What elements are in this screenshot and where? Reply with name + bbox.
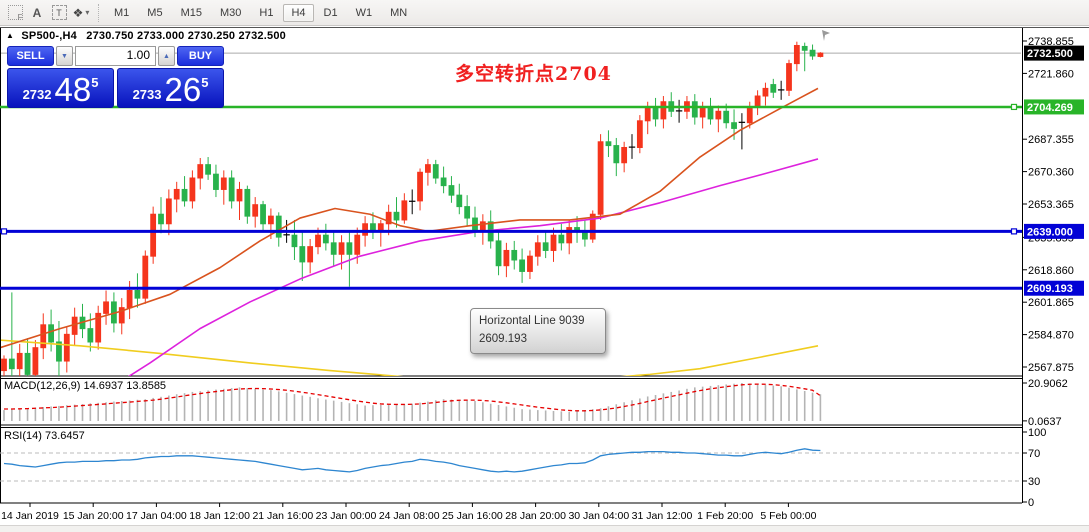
sell-button[interactable]: SELL xyxy=(7,46,54,66)
arrow-objects-icon: ❖ xyxy=(72,5,84,20)
price-axis: 2738.8552721.8602687.3552670.3602653.365… xyxy=(1022,36,1084,509)
macd-indicator-label: MACD(12,26,9) 14.6937 13.8585 xyxy=(4,380,167,392)
svg-text:2653.365: 2653.365 xyxy=(1028,199,1074,211)
spin-down-icon: ▼ xyxy=(61,52,68,60)
svg-text:2670.360: 2670.360 xyxy=(1028,167,1074,179)
font-tool-button[interactable]: A xyxy=(26,3,48,23)
svg-text:2687.355: 2687.355 xyxy=(1028,134,1074,146)
cursor-marker xyxy=(822,30,830,41)
sell-price-sup: 5 xyxy=(91,75,99,90)
forex-grid-tool-button[interactable]: F xyxy=(4,3,26,23)
toolbar: F A T ❖ ▾ M1 M5 M15 M30 H1 H4 D1 W1 MN xyxy=(0,0,1089,26)
svg-text:23 Jan 00:00: 23 Jan 00:00 xyxy=(316,510,377,522)
buy-button[interactable]: BUY xyxy=(177,46,224,66)
svg-text:31 Jan 12:00: 31 Jan 12:00 xyxy=(632,510,693,522)
rsi-layer xyxy=(0,448,1022,482)
sell-price-big: 48 xyxy=(54,71,92,108)
svg-text:2567.875: 2567.875 xyxy=(1028,362,1074,374)
svg-text:30 Jan 04:00: 30 Jan 04:00 xyxy=(568,510,629,522)
timeframe-w1-button[interactable]: W1 xyxy=(348,4,381,22)
one-click-trading-panel: SELL ▼ 1.00 ▲ BUY 2732 48 5 2733 26 5 xyxy=(7,46,224,108)
svg-text:2584.870: 2584.870 xyxy=(1028,330,1074,342)
text-box-icon-letter: T xyxy=(56,7,62,18)
collapse-chart-icon[interactable]: ▲ xyxy=(6,31,14,40)
timeframe-m15-button[interactable]: M15 xyxy=(173,4,210,22)
buy-price-box[interactable]: 2733 26 5 xyxy=(117,68,224,108)
buy-price-small: 2733 xyxy=(132,87,162,102)
svg-text:30: 30 xyxy=(1028,476,1040,488)
svg-text:21 Jan 16:00: 21 Jan 16:00 xyxy=(252,510,313,522)
spin-up-icon: ▲ xyxy=(163,52,170,60)
svg-text:2639.000: 2639.000 xyxy=(1027,226,1073,238)
chart-annotation-text: 多空转折点2704 xyxy=(455,63,612,85)
svg-text:17 Jan 04:00: 17 Jan 04:00 xyxy=(126,510,187,522)
timeframe-m5-button[interactable]: M5 xyxy=(139,4,170,22)
chevron-down-icon: ▾ xyxy=(85,8,90,17)
tooltip-line-name: Horizontal Line 9039 xyxy=(479,315,585,327)
svg-text:1 Feb 20:00: 1 Feb 20:00 xyxy=(697,510,753,522)
timeframe-button-row: M1 M5 M15 M30 H1 H4 D1 W1 MN xyxy=(105,3,416,22)
font-icon: A xyxy=(32,5,42,20)
timeframe-h1-button[interactable]: H1 xyxy=(251,4,281,22)
toolbar-separator xyxy=(98,3,99,22)
svg-text:2704.269: 2704.269 xyxy=(1027,102,1073,114)
tooltip-line-value: 2609.193 xyxy=(479,332,527,345)
sell-price-small: 2732 xyxy=(22,87,52,102)
horizontal-line-tooltip: Horizontal Line 9039 2609.193 xyxy=(470,308,606,354)
svg-text:70: 70 xyxy=(1028,448,1040,460)
svg-text:2601.865: 2601.865 xyxy=(1028,297,1074,309)
timeframe-m1-button[interactable]: M1 xyxy=(106,4,137,22)
svg-text:2732.500: 2732.500 xyxy=(1027,48,1073,60)
svg-text:14 Jan 2019: 14 Jan 2019 xyxy=(1,510,59,522)
svg-text:5 Feb 00:00: 5 Feb 00:00 xyxy=(760,510,816,522)
volume-increase-button[interactable]: ▲ xyxy=(158,46,175,66)
svg-text:2721.860: 2721.860 xyxy=(1028,68,1074,80)
svg-text:15 Jan 20:00: 15 Jan 20:00 xyxy=(63,510,124,522)
svg-text:2609.193: 2609.193 xyxy=(1027,283,1073,295)
chart-title: ▲ SP500-,H4 2730.750 2733.000 2730.250 2… xyxy=(6,30,286,42)
buy-price-big: 26 xyxy=(164,71,202,108)
grid-icon-letter: F xyxy=(17,13,23,22)
volume-decrease-button[interactable]: ▼ xyxy=(56,46,73,66)
svg-text:18 Jan 12:00: 18 Jan 12:00 xyxy=(189,510,250,522)
rsi-indicator-label: RSI(14) 73.6457 xyxy=(4,430,85,442)
timeframe-m30-button[interactable]: M30 xyxy=(212,4,249,22)
svg-text:100: 100 xyxy=(1028,427,1046,439)
grid-icon: F xyxy=(7,5,23,22)
timeframe-mn-button[interactable]: MN xyxy=(382,4,415,22)
chart-ohlc-values: 2730.750 2733.000 2730.250 2732.500 xyxy=(86,30,286,42)
timeframe-h4-button[interactable]: H4 xyxy=(283,3,314,22)
text-label-tool-button[interactable]: T xyxy=(48,3,70,23)
svg-text:2618.860: 2618.860 xyxy=(1028,265,1074,277)
svg-text:28 Jan 20:00: 28 Jan 20:00 xyxy=(505,510,566,522)
svg-text:25 Jan 16:00: 25 Jan 16:00 xyxy=(442,510,503,522)
svg-text:24 Jan 08:00: 24 Jan 08:00 xyxy=(379,510,440,522)
svg-text:20.9062: 20.9062 xyxy=(1028,378,1068,390)
text-box-icon: T xyxy=(51,5,67,20)
buy-price-sup: 5 xyxy=(201,75,209,90)
time-axis: 14 Jan 2019 15 Jan 20:00 17 Jan 04:00 18 Ja… xyxy=(1,503,817,522)
sell-price-box[interactable]: 2732 48 5 xyxy=(7,68,114,108)
timeframe-d1-button[interactable]: D1 xyxy=(316,4,346,22)
volume-input[interactable]: 1.00 xyxy=(75,46,156,66)
chart-symbol-label: SP500-,H4 xyxy=(21,30,77,42)
svg-text:0: 0 xyxy=(1028,497,1034,509)
status-strip xyxy=(0,525,1089,532)
arrow-objects-dropdown-button[interactable]: ❖ ▾ xyxy=(70,3,92,23)
